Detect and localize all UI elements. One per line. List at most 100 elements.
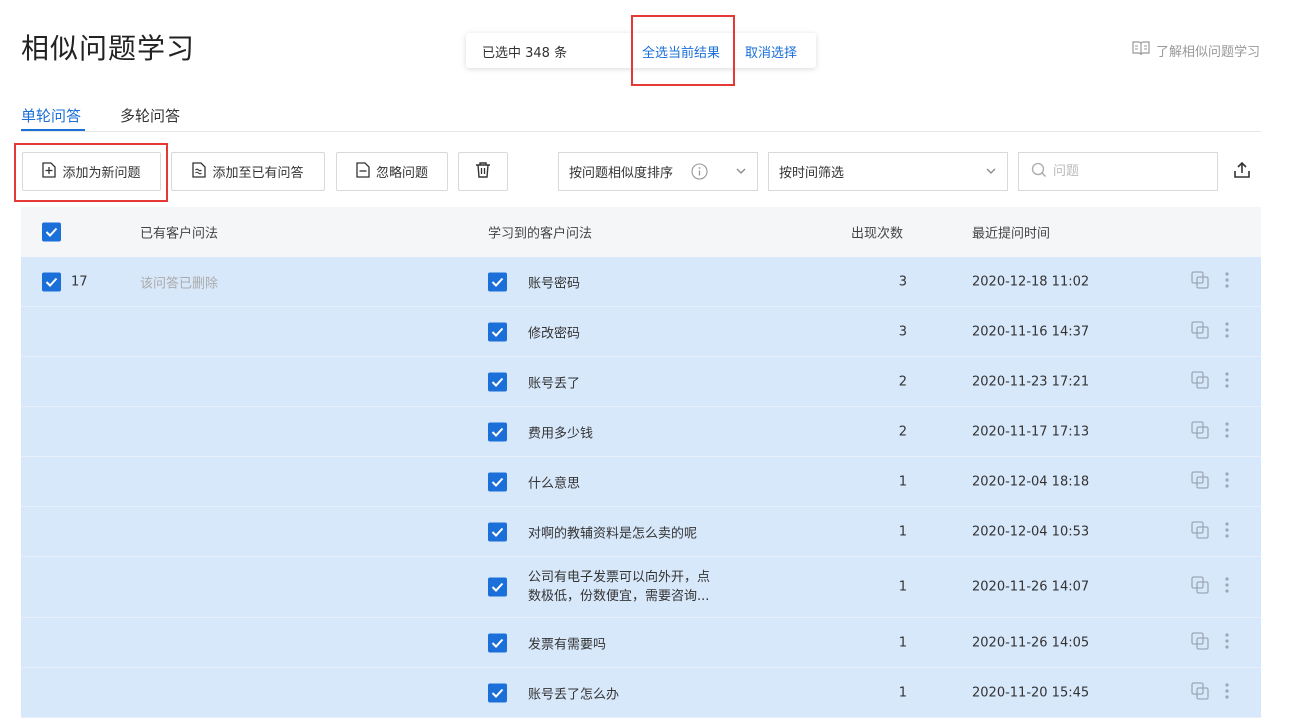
occurrence-count: 1 <box>898 685 907 700</box>
table-row[interactable]: 17 该问答已删除 账号密码 3 2020-12-18 11:02 <box>21 257 1261 307</box>
table-body: 17 该问答已删除 账号密码 3 2020-12-18 11:02 修改密码 3 2020-1… <box>21 257 1261 718</box>
last-asked-time: 2020-12-04 18:18 <box>972 474 1090 489</box>
select-all-checkbox[interactable] <box>42 222 61 242</box>
learned-question-text: 账号密码 <box>528 276 581 291</box>
row-checkbox[interactable] <box>488 577 507 597</box>
last-asked-time: 2020-11-26 14:05 <box>972 635 1090 650</box>
table-row[interactable]: 修改密码 3 2020-11-16 14:37 <box>21 307 1261 357</box>
header-learned: 学习到的客户问法 <box>488 226 593 242</box>
more-options-icon[interactable] <box>1224 471 1230 493</box>
occurrence-count: 2 <box>898 424 907 439</box>
page-title: 相似问题学习 <box>21 32 196 65</box>
more-options-icon[interactable] <box>1224 576 1230 598</box>
copy-icon[interactable] <box>1190 420 1210 444</box>
row-checkbox[interactable] <box>488 322 507 341</box>
last-asked-time: 2020-11-23 17:21 <box>972 374 1090 389</box>
row-checkbox[interactable] <box>488 522 507 541</box>
last-asked-time: 2020-11-26 14:07 <box>972 579 1090 595</box>
chevron-down-icon <box>735 165 747 181</box>
occurrence-count: 1 <box>898 474 907 489</box>
time-filter-select[interactable]: 按时间筛选 <box>768 152 1008 191</box>
question-table: 已有客户问法 学习到的客户问法 出现次数 最近提问时间 17 该问答已删除 账号密码… <box>21 207 1261 718</box>
tab-multi-turn[interactable]: 多轮问答 <box>120 105 180 126</box>
ignore-question-button[interactable]: 忽略问题 <box>336 152 448 191</box>
search-icon <box>1031 162 1047 182</box>
copy-icon[interactable] <box>1190 370 1210 394</box>
header-count: 出现次数 <box>851 226 904 242</box>
row-checkbox[interactable] <box>488 633 507 652</box>
table-row[interactable]: 发票有需要吗 1 2020-11-26 14:05 <box>21 618 1261 668</box>
occurrence-count: 3 <box>898 274 907 289</box>
row-checkbox[interactable] <box>488 372 507 391</box>
table-row[interactable]: 公司有电子发票可以向外开，点 数极低，份数便宜，需要咨询... 1 2020-11-2… <box>21 557 1261 618</box>
trash-icon <box>474 161 492 183</box>
highlight-box-select-all <box>631 15 735 86</box>
export-icon[interactable] <box>1232 160 1252 184</box>
learned-question-text: 对啊的教辅资料是怎么卖的呢 <box>528 526 698 541</box>
chevron-down-icon <box>985 165 997 181</box>
learned-question-line-1: 公司有电子发票可以向外开，点 <box>528 570 711 585</box>
help-label: 了解相似问题学习 <box>1155 44 1260 60</box>
copy-icon[interactable] <box>1190 575 1210 599</box>
row-checkbox[interactable] <box>488 472 507 491</box>
group-checkbox[interactable] <box>42 272 61 291</box>
occurrence-count: 1 <box>898 579 907 595</box>
row-checkbox[interactable] <box>488 422 507 441</box>
more-options-icon[interactable] <box>1224 371 1230 393</box>
table-row[interactable]: 什么意思 1 2020-12-04 18:18 <box>21 457 1261 507</box>
selection-count: 已选中 348 条 <box>482 46 568 61</box>
learned-question-line-2: 数极低，份数便宜，需要咨询... <box>528 589 710 604</box>
learned-question-text: 费用多少钱 <box>528 426 594 441</box>
add-to-existing-button[interactable]: 添加至已有问答 <box>171 152 325 191</box>
table-row[interactable]: 账号丢了 2 2020-11-23 17:21 <box>21 357 1261 407</box>
tab-single-turn[interactable]: 单轮问答 <box>21 105 81 126</box>
copy-icon[interactable] <box>1190 631 1210 655</box>
learned-question-text: 账号丢了怎么办 <box>528 687 620 702</box>
group-id: 17 <box>71 274 88 289</box>
book-icon <box>1132 40 1150 60</box>
row-checkbox[interactable] <box>488 683 507 702</box>
row-checkbox[interactable] <box>488 272 507 291</box>
active-tab-indicator <box>21 129 85 131</box>
existing-question-text: 该问答已删除 <box>140 276 219 291</box>
more-options-icon[interactable] <box>1224 271 1230 293</box>
highlight-box-add-new <box>14 143 168 202</box>
occurrence-count: 1 <box>898 635 907 650</box>
delete-button[interactable] <box>458 152 508 191</box>
learned-question-text: 账号丢了 <box>528 376 581 391</box>
occurrence-count: 2 <box>898 374 907 389</box>
sort-select[interactable]: 按问题相似度排序 <box>558 152 758 191</box>
add-to-existing-label: 添加至已有问答 <box>212 166 304 181</box>
help-link[interactable]: 了解相似问题学习 <box>1132 40 1260 60</box>
sort-select-value: 按问题相似度排序 <box>569 166 674 181</box>
more-options-icon[interactable] <box>1224 521 1230 543</box>
header-last-time: 最近提问时间 <box>972 226 1051 242</box>
more-options-icon[interactable] <box>1224 682 1230 704</box>
copy-icon[interactable] <box>1190 470 1210 494</box>
more-options-icon[interactable] <box>1224 421 1230 443</box>
last-asked-time: 2020-11-17 17:13 <box>972 424 1090 439</box>
copy-icon[interactable] <box>1190 320 1210 344</box>
table-row[interactable]: 费用多少钱 2 2020-11-17 17:13 <box>21 407 1261 457</box>
header-existing: 已有客户问法 <box>140 226 219 242</box>
copy-icon[interactable] <box>1190 520 1210 544</box>
search-box[interactable] <box>1018 152 1218 191</box>
occurrence-count: 1 <box>898 524 907 539</box>
table-row[interactable]: 账号丢了怎么办 1 2020-11-20 15:45 <box>21 668 1261 718</box>
table-row[interactable]: 对啊的教辅资料是怎么卖的呢 1 2020-12-04 10:53 <box>21 507 1261 557</box>
last-asked-time: 2020-11-16 14:37 <box>972 324 1090 339</box>
copy-icon[interactable] <box>1190 681 1210 705</box>
more-options-icon[interactable] <box>1224 321 1230 343</box>
cancel-selection-link[interactable]: 取消选择 <box>745 42 797 61</box>
copy-icon[interactable] <box>1190 270 1210 294</box>
learned-question-text: 公司有电子发票可以向外开，点 数极低，份数便宜，需要咨询... <box>528 568 710 606</box>
learned-question-text: 修改密码 <box>528 326 581 341</box>
table-header: 已有客户问法 学习到的客户问法 出现次数 最近提问时间 <box>21 207 1261 257</box>
last-asked-time: 2020-12-04 10:53 <box>972 524 1090 539</box>
tab-bar: 单轮问答 多轮问答 <box>21 100 1261 132</box>
search-input[interactable] <box>1053 164 1203 179</box>
learned-question-text: 发票有需要吗 <box>528 637 607 652</box>
more-options-icon[interactable] <box>1224 632 1230 654</box>
learned-question-text: 什么意思 <box>528 476 581 491</box>
minus-file-icon <box>356 161 370 182</box>
